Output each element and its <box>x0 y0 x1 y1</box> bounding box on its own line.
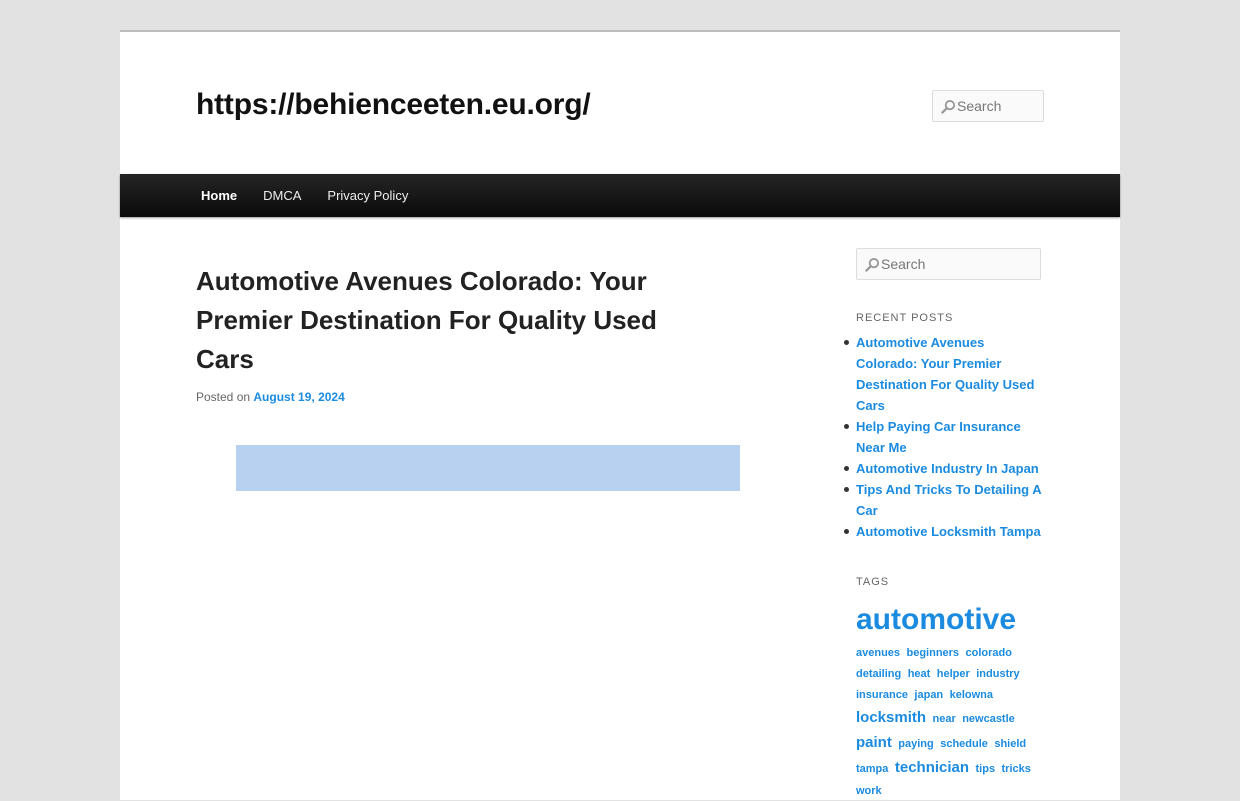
posted-on-label: Posted on <box>196 390 251 404</box>
tag-link[interactable]: near <box>932 713 955 725</box>
page: https://behienceeten.eu.org/ Home DMCA P… <box>120 30 1120 800</box>
header-search-input[interactable] <box>957 91 1041 121</box>
tag-link[interactable]: paying <box>898 738 933 750</box>
tag-link[interactable]: newcastle <box>962 713 1015 725</box>
recent-post-link[interactable]: Help Paying Car Insurance Near Me <box>844 416 1046 458</box>
sidebar-search-box[interactable] <box>856 248 1041 280</box>
tag-link[interactable]: heat <box>908 668 931 680</box>
tag-link[interactable]: tricks <box>1002 763 1031 775</box>
tags-title: Tags <box>856 576 890 588</box>
tag-link[interactable]: automotive <box>856 603 1016 636</box>
header-search-box[interactable] <box>932 90 1044 122</box>
site-title[interactable]: https://behienceeten.eu.org/ <box>196 88 591 122</box>
tag-link[interactable]: kelowna <box>950 689 993 701</box>
tag-link[interactable]: tampa <box>856 763 888 775</box>
recent-post-link[interactable]: Automotive Avenues Colorado: Your Premie… <box>844 332 1046 416</box>
entry-meta: Posted on August 19, 2024 <box>196 390 345 404</box>
recent-posts-title: Recent Posts <box>856 312 954 324</box>
search-icon <box>865 257 880 272</box>
tag-link[interactable]: avenues <box>856 647 900 659</box>
nav-item-privacy-policy[interactable]: Privacy Policy <box>314 174 421 217</box>
tag-link[interactable]: beginners <box>906 647 959 659</box>
sidebar-search-input[interactable] <box>881 249 1036 279</box>
recent-post-link[interactable]: Automotive Locksmith Tampa <box>844 521 1046 542</box>
nav-item-dmca[interactable]: DMCA <box>250 174 314 217</box>
tag-link[interactable]: technician <box>895 759 969 776</box>
ad-placeholder <box>236 445 740 491</box>
recent-post-link[interactable]: Tips And Tricks To Detailing A Car <box>844 479 1046 521</box>
tag-cloud: automotive avenues beginners colorado de… <box>856 598 1046 801</box>
tag-link[interactable]: work <box>856 785 882 797</box>
tag-link[interactable]: colorado <box>966 647 1012 659</box>
recent-posts-list: Automotive Avenues Colorado: Your Premie… <box>844 332 1046 542</box>
tag-link[interactable]: tips <box>976 763 996 775</box>
entry-title[interactable]: Automotive Avenues Colorado: Your Premie… <box>196 262 696 379</box>
tag-link[interactable]: japan <box>914 689 943 701</box>
recent-post-link[interactable]: Automotive Industry In Japan <box>844 458 1046 479</box>
tag-link[interactable]: detailing <box>856 668 901 680</box>
search-icon <box>941 99 956 114</box>
tag-link[interactable]: shield <box>994 738 1026 750</box>
tag-link[interactable]: helper <box>937 668 970 680</box>
tag-link[interactable]: schedule <box>940 738 988 750</box>
tag-link[interactable]: locksmith <box>856 709 926 726</box>
tag-link[interactable]: paint <box>856 734 892 751</box>
main-nav: Home DMCA Privacy Policy <box>120 174 1120 217</box>
post-date-link[interactable]: August 19, 2024 <box>253 390 344 404</box>
nav-item-home[interactable]: Home <box>188 174 250 217</box>
tag-link[interactable]: insurance <box>856 689 908 701</box>
tag-link[interactable]: industry <box>976 668 1019 680</box>
